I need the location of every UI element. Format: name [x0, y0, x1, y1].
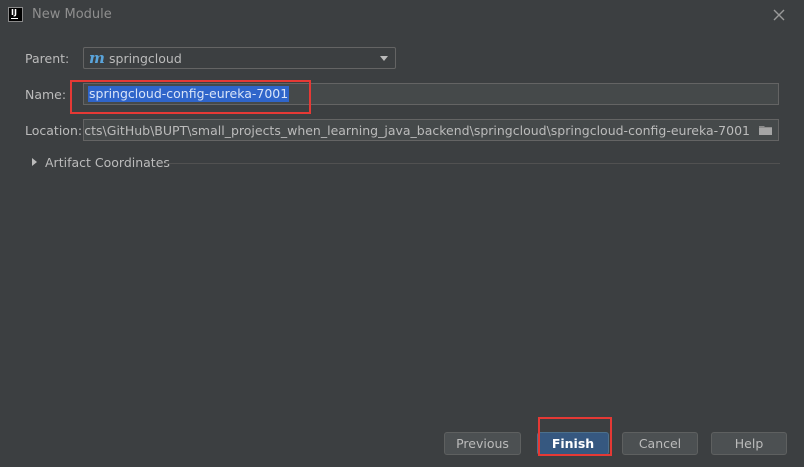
maven-module-icon: m — [89, 49, 105, 67]
help-button[interactable]: Help — [711, 432, 787, 455]
location-value: deProjects\GitHub\BUPT\small_projects_wh… — [83, 123, 750, 138]
folder-icon — [759, 126, 772, 135]
chevron-down-icon[interactable] — [380, 56, 388, 61]
intellij-icon: IJ — [8, 7, 23, 22]
parent-label: Parent: — [25, 51, 70, 66]
browse-folder-button[interactable] — [754, 120, 778, 140]
artifact-coordinates-label: Artifact Coordinates — [45, 155, 170, 170]
previous-button[interactable]: Previous — [444, 432, 521, 455]
chevron-right-icon[interactable] — [32, 158, 37, 166]
name-input[interactable] — [83, 83, 779, 105]
artifact-coordinates-toggle[interactable]: Artifact Coordinates — [30, 154, 780, 172]
title-bar: IJ New Module — [0, 0, 804, 30]
cancel-button[interactable]: Cancel — [622, 432, 698, 455]
parent-select[interactable]: m springcloud — [83, 47, 396, 69]
location-label: Location: — [25, 123, 83, 138]
location-input[interactable]: deProjects\GitHub\BUPT\small_projects_wh… — [83, 119, 779, 141]
window-title: New Module — [32, 7, 112, 22]
name-label: Name: — [25, 87, 67, 102]
app-icon-text: IJ — [11, 8, 17, 17]
finish-button[interactable]: Finish — [537, 432, 609, 455]
section-divider — [165, 163, 780, 164]
close-icon[interactable] — [770, 6, 788, 24]
parent-value: springcloud — [109, 51, 182, 66]
